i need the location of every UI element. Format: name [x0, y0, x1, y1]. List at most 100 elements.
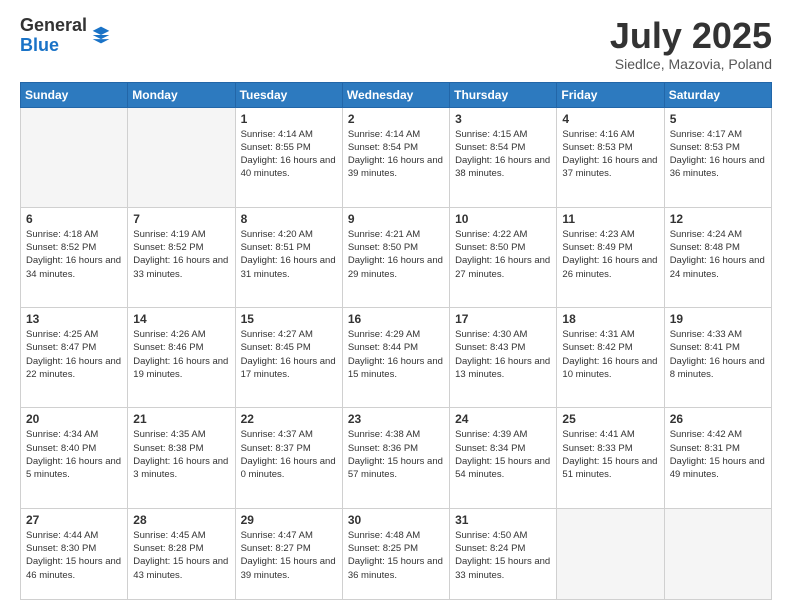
day-info: Sunrise: 4:45 AMSunset: 8:28 PMDaylight:… [133, 529, 229, 582]
day-info: Sunrise: 4:20 AMSunset: 8:51 PMDaylight:… [241, 228, 337, 281]
calendar-day-cell: 1 Sunrise: 4:14 AMSunset: 8:55 PMDaylight… [235, 107, 342, 207]
page: General Blue July 2025 Siedlce, Mazovia,… [0, 0, 792, 612]
calendar-day-cell [557, 508, 664, 599]
day-number: 2 [348, 112, 444, 126]
day-number: 24 [455, 412, 551, 426]
calendar-day-cell: 6 Sunrise: 4:18 AMSunset: 8:52 PMDaylight… [21, 207, 128, 307]
day-number: 18 [562, 312, 658, 326]
calendar-header-row: SundayMondayTuesdayWednesdayThursdayFrid… [21, 82, 772, 107]
calendar-day-cell: 14 Sunrise: 4:26 AMSunset: 8:46 PMDayligh… [128, 308, 235, 408]
calendar-day-cell: 8Sunrise: 4:20 AMSunset: 8:51 PMDaylight… [235, 207, 342, 307]
calendar-day-cell: 15 Sunrise: 4:27 AMSunset: 8:45 PMDayligh… [235, 308, 342, 408]
day-info: Sunrise: 4:18 AMSunset: 8:52 PMDaylight:… [26, 228, 122, 281]
calendar-day-cell: 16Sunrise: 4:29 AMSunset: 8:44 PMDayligh… [342, 308, 449, 408]
day-number: 6 [26, 212, 122, 226]
calendar-day-header: Monday [128, 82, 235, 107]
calendar-day-header: Sunday [21, 82, 128, 107]
day-info: Sunrise: 4:39 AMSunset: 8:34 PMDaylight:… [455, 428, 551, 481]
day-info: Sunrise: 4:15 AMSunset: 8:54 PMDaylight:… [455, 128, 551, 181]
day-number: 20 [26, 412, 122, 426]
calendar-day-cell: 28 Sunrise: 4:45 AMSunset: 8:28 PMDayligh… [128, 508, 235, 599]
day-info: Sunrise: 4:14 AMSunset: 8:55 PMDaylight:… [241, 128, 337, 181]
day-info: Sunrise: 4:41 AMSunset: 8:33 PMDaylight:… [562, 428, 658, 481]
calendar-day-cell: 17Sunrise: 4:30 AMSunset: 8:43 PMDayligh… [450, 308, 557, 408]
day-number: 27 [26, 513, 122, 527]
day-number: 11 [562, 212, 658, 226]
calendar-week-row: 20Sunrise: 4:34 AMSunset: 8:40 PMDayligh… [21, 408, 772, 508]
calendar-day-header: Saturday [664, 82, 771, 107]
day-info: Sunrise: 4:19 AMSunset: 8:52 PMDaylight:… [133, 228, 229, 281]
day-number: 10 [455, 212, 551, 226]
day-info: Sunrise: 4:27 AMSunset: 8:45 PMDaylight:… [241, 328, 337, 381]
day-info: Sunrise: 4:38 AMSunset: 8:36 PMDaylight:… [348, 428, 444, 481]
day-info: Sunrise: 4:16 AMSunset: 8:53 PMDaylight:… [562, 128, 658, 181]
day-number: 13 [26, 312, 122, 326]
day-info: Sunrise: 4:44 AMSunset: 8:30 PMDaylight:… [26, 529, 122, 582]
day-number: 15 [241, 312, 337, 326]
calendar-day-cell: 10Sunrise: 4:22 AMSunset: 8:50 PMDayligh… [450, 207, 557, 307]
calendar-day-cell: 26 Sunrise: 4:42 AMSunset: 8:31 PMDayligh… [664, 408, 771, 508]
calendar-day-cell: 18 Sunrise: 4:31 AMSunset: 8:42 PMDayligh… [557, 308, 664, 408]
day-number: 1 [241, 112, 337, 126]
calendar-day-cell: 19 Sunrise: 4:33 AMSunset: 8:41 PMDayligh… [664, 308, 771, 408]
day-info: Sunrise: 4:17 AMSunset: 8:53 PMDaylight:… [670, 128, 766, 181]
calendar-day-header: Wednesday [342, 82, 449, 107]
calendar-day-cell: 7Sunrise: 4:19 AMSunset: 8:52 PMDaylight… [128, 207, 235, 307]
calendar-day-cell: 27 Sunrise: 4:44 AMSunset: 8:30 PMDayligh… [21, 508, 128, 599]
day-info: Sunrise: 4:31 AMSunset: 8:42 PMDaylight:… [562, 328, 658, 381]
day-number: 19 [670, 312, 766, 326]
calendar-day-cell [21, 107, 128, 207]
calendar-day-cell: 12Sunrise: 4:24 AMSunset: 8:48 PMDayligh… [664, 207, 771, 307]
day-info: Sunrise: 4:35 AMSunset: 8:38 PMDaylight:… [133, 428, 229, 481]
day-number: 28 [133, 513, 229, 527]
calendar-week-row: 1 Sunrise: 4:14 AMSunset: 8:55 PMDaylight… [21, 107, 772, 207]
day-info: Sunrise: 4:47 AMSunset: 8:27 PMDaylight:… [241, 529, 337, 582]
calendar-day-cell: 30Sunrise: 4:48 AMSunset: 8:25 PMDayligh… [342, 508, 449, 599]
subtitle: Siedlce, Mazovia, Poland [610, 56, 772, 72]
calendar-day-cell: 20Sunrise: 4:34 AMSunset: 8:40 PMDayligh… [21, 408, 128, 508]
calendar-day-cell: 13Sunrise: 4:25 AMSunset: 8:47 PMDayligh… [21, 308, 128, 408]
day-info: Sunrise: 4:21 AMSunset: 8:50 PMDaylight:… [348, 228, 444, 281]
calendar-day-cell: 22Sunrise: 4:37 AMSunset: 8:37 PMDayligh… [235, 408, 342, 508]
calendar-day-cell: 3Sunrise: 4:15 AMSunset: 8:54 PMDaylight… [450, 107, 557, 207]
calendar-day-cell: 21 Sunrise: 4:35 AMSunset: 8:38 PMDayligh… [128, 408, 235, 508]
calendar-day-cell: 11 Sunrise: 4:23 AMSunset: 8:49 PMDayligh… [557, 207, 664, 307]
day-number: 26 [670, 412, 766, 426]
day-number: 5 [670, 112, 766, 126]
logo: General Blue [20, 16, 111, 56]
main-title: July 2025 [610, 16, 772, 56]
calendar-week-row: 13Sunrise: 4:25 AMSunset: 8:47 PMDayligh… [21, 308, 772, 408]
calendar-day-header: Friday [557, 82, 664, 107]
header: General Blue July 2025 Siedlce, Mazovia,… [20, 16, 772, 72]
calendar-table: SundayMondayTuesdayWednesdayThursdayFrid… [20, 82, 772, 600]
day-info: Sunrise: 4:33 AMSunset: 8:41 PMDaylight:… [670, 328, 766, 381]
day-number: 29 [241, 513, 337, 527]
day-number: 17 [455, 312, 551, 326]
calendar-day-header: Thursday [450, 82, 557, 107]
calendar-day-cell: 29 Sunrise: 4:47 AMSunset: 8:27 PMDayligh… [235, 508, 342, 599]
day-info: Sunrise: 4:26 AMSunset: 8:46 PMDaylight:… [133, 328, 229, 381]
day-info: Sunrise: 4:14 AMSunset: 8:54 PMDaylight:… [348, 128, 444, 181]
day-number: 16 [348, 312, 444, 326]
calendar-day-cell: 2 Sunrise: 4:14 AMSunset: 8:54 PMDaylight… [342, 107, 449, 207]
day-number: 9 [348, 212, 444, 226]
calendar-day-cell: 23 Sunrise: 4:38 AMSunset: 8:36 PMDayligh… [342, 408, 449, 508]
day-number: 14 [133, 312, 229, 326]
day-number: 25 [562, 412, 658, 426]
day-info: Sunrise: 4:48 AMSunset: 8:25 PMDaylight:… [348, 529, 444, 582]
calendar-day-cell [664, 508, 771, 599]
day-number: 12 [670, 212, 766, 226]
day-number: 21 [133, 412, 229, 426]
calendar-day-cell: 25 Sunrise: 4:41 AMSunset: 8:33 PMDayligh… [557, 408, 664, 508]
calendar-day-header: Tuesday [235, 82, 342, 107]
logo-general: General [20, 16, 87, 36]
day-info: Sunrise: 4:42 AMSunset: 8:31 PMDaylight:… [670, 428, 766, 481]
calendar-day-cell: 24 Sunrise: 4:39 AMSunset: 8:34 PMDayligh… [450, 408, 557, 508]
day-number: 23 [348, 412, 444, 426]
logo-blue: Blue [20, 36, 87, 56]
day-number: 4 [562, 112, 658, 126]
day-info: Sunrise: 4:37 AMSunset: 8:37 PMDaylight:… [241, 428, 337, 481]
day-info: Sunrise: 4:23 AMSunset: 8:49 PMDaylight:… [562, 228, 658, 281]
calendar-day-cell: 31Sunrise: 4:50 AMSunset: 8:24 PMDayligh… [450, 508, 557, 599]
calendar-day-cell: 4 Sunrise: 4:16 AMSunset: 8:53 PMDaylight… [557, 107, 664, 207]
